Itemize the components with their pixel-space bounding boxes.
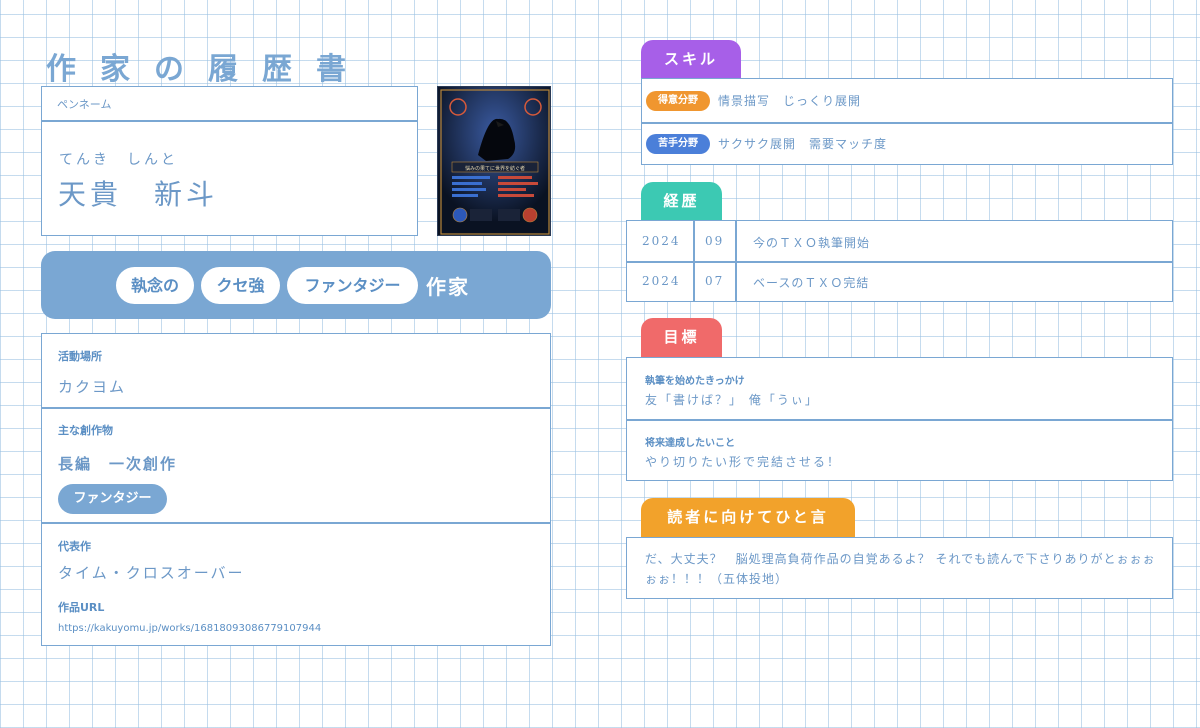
- banner-suffix: 作家: [426, 275, 470, 299]
- career-row: 2024 07 ベースのＴＸＯ完結: [627, 261, 1172, 301]
- trait-chip: 執念の: [116, 267, 194, 304]
- career-event: ベースのＴＸＯ完結: [753, 276, 870, 290]
- representative-work-label: 代表作: [58, 540, 91, 553]
- pen-name-kana: てんき しんと: [59, 152, 178, 168]
- career-month: 07: [705, 274, 725, 288]
- representative-work-title: タイム・クロスオーバー: [58, 564, 245, 582]
- career-year: 2024: [642, 274, 681, 288]
- pen-name-label: ペンネーム: [57, 98, 112, 111]
- goal-q1-label: 執筆を始めたきっかけ: [645, 376, 745, 387]
- skill-row-strength: 得意分野 情景描写 じっくり展開: [642, 79, 1172, 122]
- goal-q2-value: やり切りたい形で完結させる！: [645, 455, 842, 469]
- message-text: だ、大丈夫？ 脳処理高負荷作品の自覚あるよ？ それでも読んで下さりありがとぉぉぉ…: [645, 552, 1156, 586]
- skill-box: 得意分野 情景描写 じっくり展開 苦手分野 サクサク展開 需要マッチ度: [641, 78, 1173, 165]
- goal-tab: 目標: [641, 318, 722, 358]
- career-table: 2024 09 今のＴＸＯ執筆開始 2024 07 ベースのＴＸＯ完結: [626, 220, 1173, 302]
- pen-name-box: ペンネーム てんき しんと 天貴 新斗: [41, 86, 418, 236]
- cover-title: 悩みの果てに世界を紡ぐ者: [465, 165, 525, 172]
- strength-text: 情景描写 じっくり展開: [718, 94, 862, 108]
- works-value: 長編 一次創作: [58, 455, 178, 473]
- writer-type-banner: 執念の クセ強 ファンタジー 作家: [41, 251, 551, 319]
- genre-tag: ファンタジー: [58, 484, 167, 514]
- activity-place-value: カクヨム: [58, 378, 127, 396]
- goal-box: 執筆を始めたきっかけ 友「書けば？」 俺「うぃ」 将来達成したいこと やり切りた…: [626, 357, 1173, 481]
- activity-box: 活動場所 カクヨム 主な創作物 長編 一次創作 ファンタジー 代表作 タイム・ク…: [41, 333, 551, 646]
- pen-name: 天貴 新斗: [58, 178, 219, 211]
- career-month: 09: [705, 234, 725, 248]
- message-tab: 読者に向けてひと言: [641, 498, 855, 538]
- divider: [627, 419, 1172, 421]
- weakness-text: サクサク展開 需要マッチ度: [718, 137, 888, 151]
- divider: [42, 407, 550, 409]
- career-event: 今のＴＸＯ執筆開始: [753, 236, 871, 250]
- book-cover-image: 悩みの果てに世界を紡ぐ者: [437, 86, 551, 236]
- works-label: 主な創作物: [58, 424, 113, 437]
- cover-illustration: 悩みの果てに世界を紡ぐ者: [438, 87, 550, 235]
- goal-q1-value: 友「書けば？」 俺「うぃ」: [645, 393, 819, 407]
- goal-q2-label: 将来達成したいこと: [645, 438, 735, 449]
- activity-place-label: 活動場所: [58, 350, 102, 363]
- work-url-label: 作品URL: [58, 601, 105, 614]
- page-title: 作家の履歴書: [46, 52, 370, 87]
- skill-row-weakness: 苦手分野 サクサク展開 需要マッチ度: [642, 122, 1172, 165]
- weakness-badge: 苦手分野: [646, 134, 710, 154]
- career-year: 2024: [642, 234, 681, 248]
- message-box: だ、大丈夫？ 脳処理高負荷作品の自覚あるよ？ それでも読んで下さりありがとぉぉぉ…: [626, 537, 1173, 599]
- career-row: 2024 09 今のＴＸＯ執筆開始: [627, 221, 1172, 261]
- trait-chip: ファンタジー: [287, 267, 418, 304]
- divider: [42, 522, 550, 524]
- strength-badge: 得意分野: [646, 91, 710, 111]
- divider: [42, 120, 417, 122]
- trait-chip: クセ強: [201, 267, 280, 304]
- work-url-link[interactable]: https://kakuyomu.jp/works/16818093086779…: [58, 623, 321, 634]
- skill-tab: スキル: [641, 40, 741, 80]
- career-tab: 経歴: [641, 182, 722, 222]
